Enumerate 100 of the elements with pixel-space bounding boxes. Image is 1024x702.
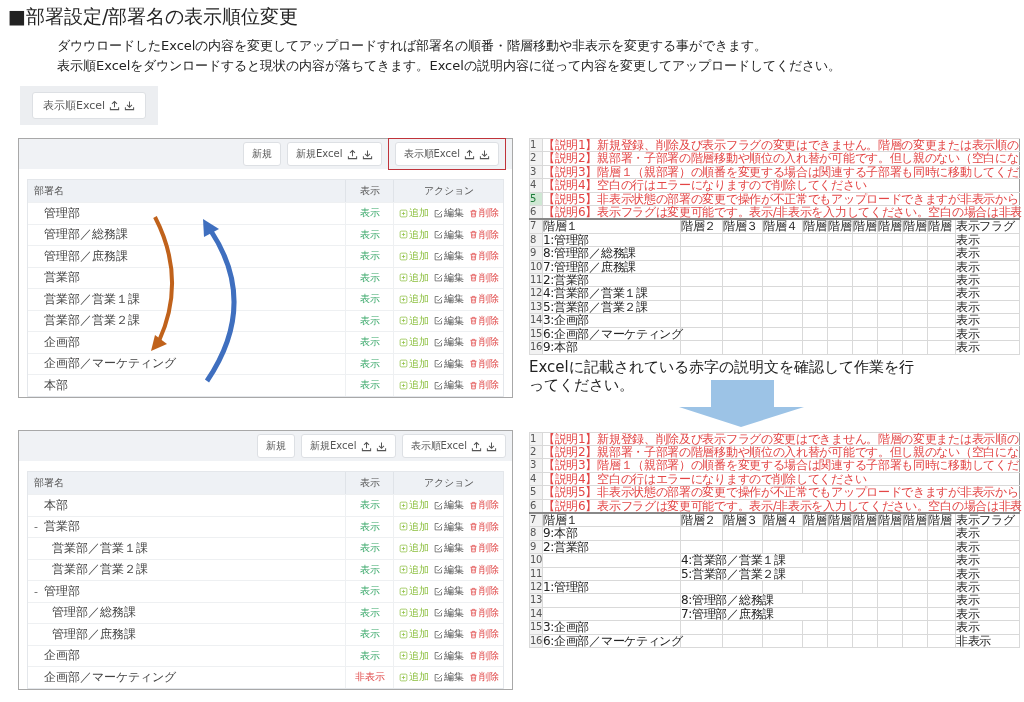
delete-link[interactable]: 削除 — [468, 562, 499, 577]
column-header: 表示 — [345, 472, 393, 494]
edit-link[interactable]: 編集 — [433, 605, 464, 620]
edit-link[interactable]: 編集 — [433, 356, 464, 371]
edit-link[interactable]: 編集 — [433, 562, 464, 577]
department-name: 管理部／庶務課 — [44, 247, 128, 265]
edit-link[interactable]: 編集 — [433, 292, 464, 307]
delete-link[interactable]: 削除 — [468, 249, 499, 264]
sheet-cell: 表示 — [955, 300, 1020, 314]
status-text: 表示 — [359, 498, 380, 513]
note-text: 【説明3】階層１（親部署）の順番を変更する場合は関連する子部署も同時に移動してくだ — [543, 458, 1019, 473]
edit-link[interactable]: 編集 — [433, 670, 464, 685]
collapse-toggle[interactable]: - — [34, 584, 42, 598]
excel-button[interactable]: 表示順Excel — [394, 142, 499, 166]
trash-icon — [468, 380, 478, 390]
delete-link[interactable]: 削除 — [468, 541, 499, 556]
edit-link[interactable]: 編集 — [433, 227, 464, 242]
row-number[interactable]: 1 — [529, 432, 543, 446]
trash-icon — [468, 629, 478, 639]
edit-link[interactable]: 編集 — [433, 313, 464, 328]
plus-icon — [398, 629, 408, 639]
edit-link[interactable]: 編集 — [433, 249, 464, 264]
delete-link[interactable]: 削除 — [468, 584, 499, 599]
sheet-cell: 表示 — [955, 273, 1020, 287]
status-text: 表示 — [359, 648, 380, 663]
edit-link[interactable]: 編集 — [433, 627, 464, 642]
sheet-cell: 表示 — [955, 607, 1020, 621]
sheet-cell: 階層２ — [680, 512, 723, 527]
department-name: 企画部／マーケティング — [44, 668, 176, 686]
delete-link[interactable]: 削除 — [468, 270, 499, 285]
description-text: ダウウロードしたExcelの内容を変更してアップロードすれば部署名の順番・階層移動や非表示を変更する事ができます。 — [57, 37, 769, 55]
department-name: 営業部／営業２課 — [52, 561, 148, 579]
sheet-cell: 6:企画部／マーケティング — [542, 634, 681, 648]
status-text: 表示 — [359, 270, 380, 285]
sheet-cell: 階層４ — [762, 512, 803, 527]
delete-link[interactable]: 削除 — [468, 519, 499, 534]
note-text: 【説明6】表示フラグは変更可能です。表示/非表示を入力してください。空白の場合は非表 — [543, 205, 1023, 220]
note-text: 【説明4】空白の行はエラーになりますので削除してください — [543, 471, 867, 486]
excel-button[interactable]: 表示順Excel — [32, 92, 147, 119]
sheet-cell: 階層 — [877, 512, 903, 527]
status-text: 表示 — [359, 605, 380, 620]
delete-link[interactable]: 削除 — [468, 292, 499, 307]
department-name: 本部 — [44, 376, 68, 394]
sheet-cell: 表示 — [955, 260, 1020, 274]
note-text: 【説明5】非表示状態の部署の変更で操作が不正常でもアップロードできますが非表示から — [543, 191, 1019, 206]
delete-link[interactable]: 削除 — [468, 356, 499, 371]
edit-link[interactable]: 編集 — [433, 335, 464, 350]
description-text: 表示順Excelをダウンロードすると現状の内容が落ちてきます。Excelの説明内容に従って内容を変更してアップロードしてください。 — [57, 57, 842, 75]
sheet-cell: 表示 — [955, 526, 1020, 541]
excel-button[interactable]: 表示順Excel — [401, 434, 506, 458]
trash-icon — [468, 337, 478, 347]
delete-link[interactable]: 削除 — [468, 648, 499, 663]
trash-icon — [468, 586, 478, 596]
check-icon — [433, 337, 443, 347]
check-icon — [433, 294, 443, 304]
edit-link[interactable]: 編集 — [433, 541, 464, 556]
edit-link[interactable]: 編集 — [433, 270, 464, 285]
edit-link[interactable]: 編集 — [433, 519, 464, 534]
delete-link[interactable]: 削除 — [468, 206, 499, 221]
note-text: 【説明4】空白の行はエラーになりますので削除してください — [543, 178, 867, 193]
page-title: ■部署設定/部署名の表示順位変更 — [8, 4, 300, 28]
new-button[interactable]: 新規 — [243, 142, 281, 166]
delete-link[interactable]: 削除 — [468, 227, 499, 242]
plus-icon — [398, 208, 408, 218]
check-icon — [433, 608, 443, 618]
check-icon — [433, 316, 443, 326]
sheet-cell: 階層 — [852, 512, 878, 527]
edit-link[interactable]: 編集 — [433, 584, 464, 599]
delete-link[interactable]: 削除 — [468, 670, 499, 685]
sheet-cell: 階層 — [902, 512, 928, 527]
edit-link[interactable]: 編集 — [433, 206, 464, 221]
status-text: 表示 — [359, 227, 380, 242]
new-button[interactable]: 新規 — [257, 434, 295, 458]
delete-link[interactable]: 削除 — [468, 378, 499, 393]
column-header: 表示 — [345, 180, 393, 202]
delete-link[interactable]: 削除 — [468, 605, 499, 620]
edit-link[interactable]: 編集 — [433, 498, 464, 513]
sheet-cell: 表示フラグ — [955, 219, 1020, 234]
delete-link[interactable]: 削除 — [468, 627, 499, 642]
status-text: 非表示 — [354, 670, 385, 685]
department-name: 営業部／営業１課 — [44, 290, 140, 308]
excel-button[interactable]: 新規Excel — [301, 434, 396, 458]
department-name: 営業部／営業１課 — [52, 539, 148, 557]
row-number[interactable]: 1 — [529, 138, 543, 152]
instruction-text: Excelに記載されている赤字の説明文を確認して作業を行ってください。 — [529, 357, 915, 394]
plus-icon — [398, 565, 408, 575]
delete-link[interactable]: 削除 — [468, 498, 499, 513]
edit-link[interactable]: 編集 — [433, 378, 464, 393]
delete-link[interactable]: 削除 — [468, 313, 499, 328]
delete-link[interactable]: 削除 — [468, 335, 499, 350]
note-text: 【説明2】親部署・子部署の階層移動や順位の入れ替が可能です。但し親のない（空白にな — [543, 444, 1019, 459]
edit-link[interactable]: 編集 — [433, 648, 464, 663]
collapse-toggle[interactable]: - — [34, 520, 42, 534]
sheet-cell: 階層 — [927, 219, 956, 234]
check-icon — [433, 651, 443, 661]
check-icon — [433, 251, 443, 261]
download-icon — [375, 440, 387, 452]
status-text: 表示 — [359, 335, 380, 350]
sheet-cell: 階層２ — [680, 219, 723, 234]
excel-button[interactable]: 新規Excel — [287, 142, 382, 166]
